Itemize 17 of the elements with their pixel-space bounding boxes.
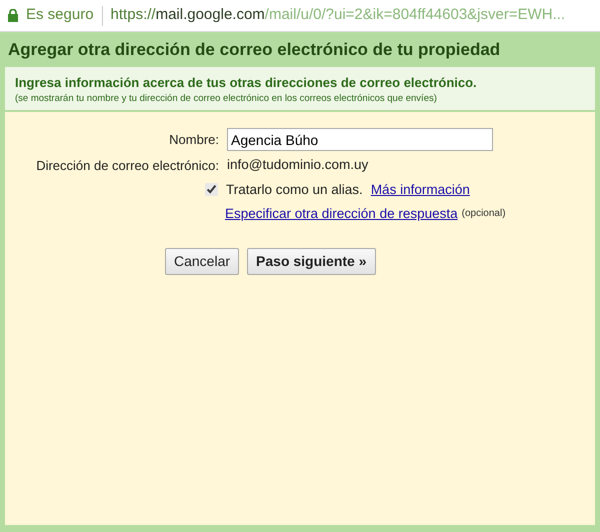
reply-to-link[interactable]: Especificar otra dirección de respuesta (225, 204, 458, 224)
next-step-button[interactable]: Paso siguiente » (247, 248, 376, 275)
url-field[interactable]: https://mail.google.com/mail/u/0/?ui=2&ik=804ff44603&jsver=EWH... (110, 4, 566, 27)
dialog-title: Agregar otra dirección de correo electrónico de tu propiedad (7, 39, 502, 61)
name-label: Nombre: (168, 131, 219, 149)
email-label: Dirección de correo electrónico: (35, 156, 219, 175)
intro-heading: Ingresa información acerca de tus otras direcciones de correo electrónico. (15, 74, 478, 92)
email-value: info@tudominio.com.uy (227, 156, 368, 174)
intro-note: (se mostrarán tu nombre y tu dirección de correo electrónico en los correos electrónicos que envíes) (15, 92, 438, 106)
alias-checkbox[interactable] (205, 183, 218, 196)
optional-note: (opcional) (462, 207, 506, 222)
lock-icon (8, 9, 18, 22)
more-info-link[interactable]: Más información (370, 180, 470, 200)
security-label: Es seguro (26, 5, 94, 26)
alias-label: Tratarlo como un alias. (226, 180, 363, 198)
name-field[interactable]: Agencia Búho (227, 128, 493, 152)
cancel-button[interactable]: Cancelar (165, 248, 240, 275)
